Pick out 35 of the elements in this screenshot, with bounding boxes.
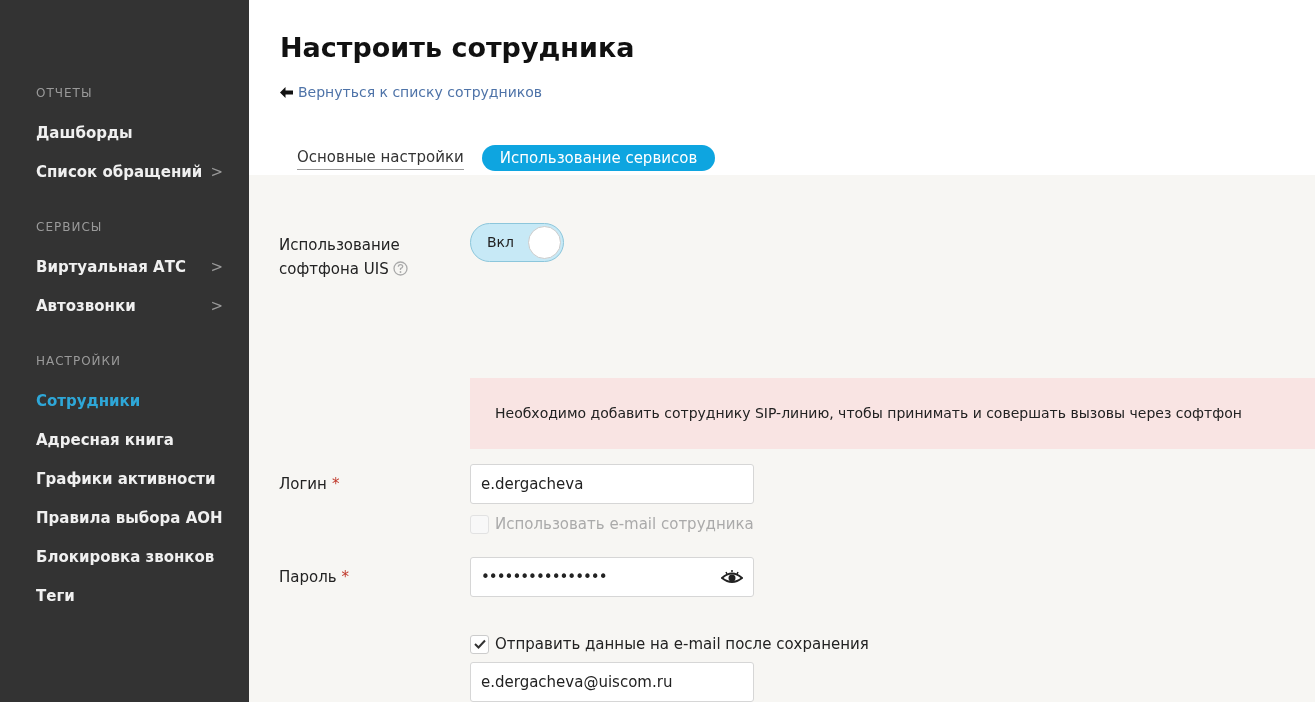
sidebar-item[interactable]: Теги xyxy=(36,585,75,608)
alert-message: Необходимо добавить сотруднику SIP-линию, чтобы принимать и совершать вызовы через софтфон xyxy=(470,378,1315,449)
sidebar-item[interactable]: Автозвонки xyxy=(36,295,136,318)
field-label: Логин xyxy=(279,473,327,495)
submenu-arrow[interactable]: > xyxy=(210,256,223,279)
tab[interactable]: Основные настройки xyxy=(297,146,464,170)
required-mark: * xyxy=(341,566,350,588)
sidebar-item[interactable]: Список обращений xyxy=(36,161,203,184)
toggle-switch[interactable]: Вкл xyxy=(470,223,564,262)
sidebar-item[interactable]: Правила выбора АОН xyxy=(36,507,223,530)
section-heading: ОТЧЕТЫ xyxy=(35,85,94,100)
submenu-arrow[interactable]: > xyxy=(210,161,223,184)
back-link[interactable]: Вернуться к списку сотрудников xyxy=(298,82,543,103)
login-field[interactable]: e.dergacheva xyxy=(470,464,754,504)
section-heading: СЕРВИСЫ xyxy=(35,219,104,234)
checkbox[interactable] xyxy=(470,634,489,654)
email-field[interactable]: e.dergacheva@uiscom.ru xyxy=(470,662,754,702)
sidebar-item[interactable]: Графики активности xyxy=(36,468,216,491)
section-heading: НАСТРОЙКИ xyxy=(35,352,123,368)
required-mark: * xyxy=(331,473,340,495)
sidebar-item[interactable]: Адресная книга xyxy=(36,429,174,452)
page-title: Настроить сотрудника xyxy=(280,31,636,65)
checkbox-label: Отправить данные на e-mail после сохранения xyxy=(495,633,869,655)
password-field[interactable]: •••••••••••••••• xyxy=(470,557,754,597)
checkmark-icon xyxy=(473,639,486,649)
sidebar-item[interactable]: Блокировка звонков xyxy=(36,546,215,569)
field-label: Использование софтфона UIS xyxy=(279,236,400,278)
sidebar-item[interactable]: Дашборды xyxy=(36,122,133,145)
submenu-arrow[interactable]: > xyxy=(210,295,223,318)
back-arrow-icon[interactable] xyxy=(280,87,293,98)
sidebar-item[interactable]: Виртуальная АТС xyxy=(36,256,186,279)
sidebar-item[interactable]: Сотрудники xyxy=(36,390,141,413)
checkbox-label: Использовать e-mail сотрудника xyxy=(495,513,754,535)
eye-icon[interactable] xyxy=(721,569,743,585)
field-label: Пароль xyxy=(279,566,337,588)
